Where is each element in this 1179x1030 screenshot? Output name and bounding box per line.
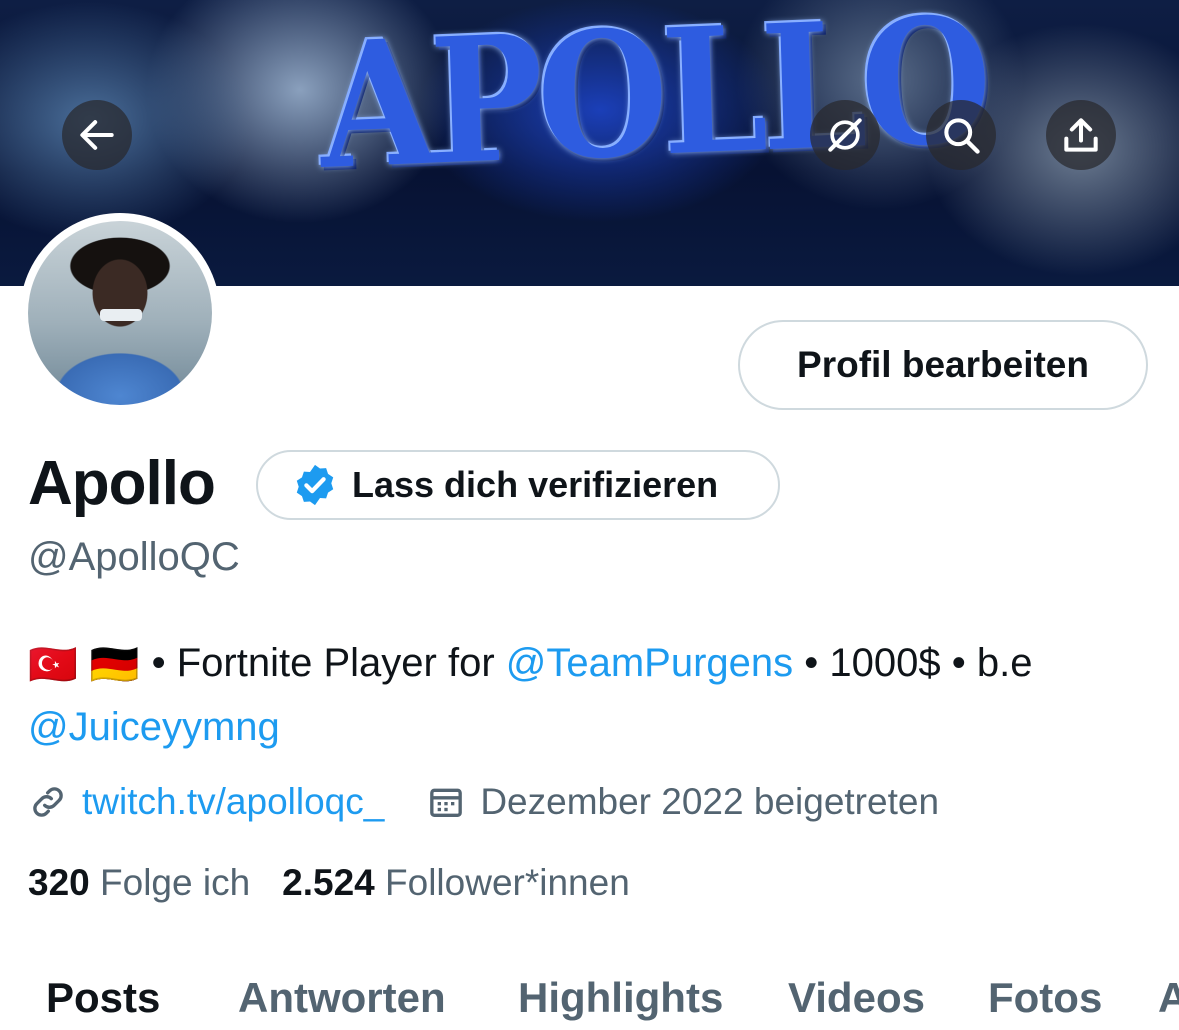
tab-fotos[interactable]: Fotos	[988, 974, 1102, 1022]
arrow-left-icon	[80, 120, 114, 150]
search-button[interactable]	[926, 100, 996, 170]
link-icon	[33, 787, 63, 817]
calendar-icon	[430, 788, 463, 817]
joined-date: Dezember 2022 beigetreten	[480, 781, 940, 822]
followers-stat[interactable]: 2.524 Follower*innen	[282, 862, 630, 904]
share-button[interactable]	[1046, 100, 1116, 170]
profile-handle: @ApolloQC	[28, 535, 240, 579]
profile-bio: 🇹🇷 🇩🇪 • Fortnite Player for @TeamPurgens •…	[28, 632, 1158, 758]
following-count: 320	[28, 862, 90, 903]
germany-flag-icon: 🇩🇪	[89, 643, 140, 688]
profile-name: Apollo	[28, 449, 216, 518]
website-link[interactable]: twitch.tv/apolloqc_	[82, 781, 384, 823]
banner-artwork-title: APOLLO	[317, 0, 989, 209]
follow-stats: 320 Folge ich 2.524 Follower*innen	[28, 862, 630, 904]
share-icon	[1064, 118, 1098, 152]
avatar-photo	[28, 221, 212, 405]
bio-text-2: • 1000$ • b.e	[793, 641, 1033, 685]
following-stat[interactable]: 320 Folge ich	[28, 862, 250, 904]
grok-button[interactable]	[810, 100, 880, 170]
get-verified-button[interactable]: Lass dich verifizieren	[256, 450, 780, 520]
back-button[interactable]	[62, 100, 132, 170]
search-icon	[944, 118, 980, 154]
get-verified-label: Lass dich verifizieren	[352, 464, 719, 505]
followers-count: 2.524	[282, 862, 375, 903]
verified-badge-icon	[296, 464, 334, 506]
followers-label: Follower*innen	[385, 862, 630, 903]
tab-videos[interactable]: Videos	[788, 974, 925, 1022]
profile-meta: twitch.tv/apolloqc_ Dezember 2022 beiget…	[28, 778, 939, 826]
avatar-detail	[100, 309, 142, 321]
edit-profile-button[interactable]: Profil bearbeiten	[738, 320, 1148, 410]
avatar[interactable]	[20, 213, 220, 413]
grok-icon	[828, 118, 862, 152]
bio-mention-teampurgens[interactable]: @TeamPurgens	[506, 641, 793, 685]
tab-antworten[interactable]: Antworten	[238, 974, 446, 1022]
following-label: Folge ich	[100, 862, 251, 903]
turkey-flag-icon: 🇹🇷	[28, 643, 78, 688]
profile-tabs: Posts Antworten Highlights Videos Fotos …	[0, 968, 1179, 1030]
tab-posts[interactable]: Posts	[46, 974, 160, 1022]
tab-more[interactable]: A	[1158, 974, 1179, 1022]
bio-text: • Fortnite Player for	[151, 641, 506, 685]
tab-highlights[interactable]: Highlights	[518, 974, 723, 1022]
bio-mention-juiceyymng[interactable]: @Juiceyymng	[28, 705, 280, 749]
